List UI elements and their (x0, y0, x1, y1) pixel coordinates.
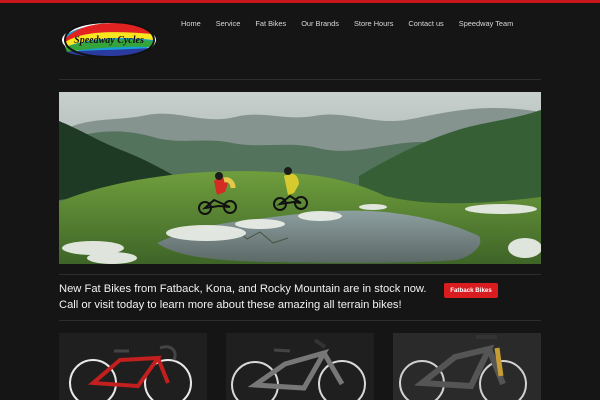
bike-card-1[interactable] (59, 333, 207, 400)
hero-banner (59, 92, 541, 264)
bike-card-2[interactable] (226, 333, 374, 400)
nav-store-hours[interactable]: Store Hours (349, 16, 398, 32)
promo-text: New Fat Bikes from Fatback, Kona, and Ro… (59, 283, 427, 311)
content-divider (59, 320, 541, 321)
header-divider (59, 79, 541, 80)
nav-contact-us[interactable]: Contact us (403, 16, 448, 32)
nav-service[interactable]: Service (211, 16, 246, 32)
top-accent-bar (0, 0, 600, 3)
hero-divider (59, 274, 541, 275)
bike-card-3[interactable] (393, 333, 541, 400)
nav-speedway-team[interactable]: Speedway Team (454, 16, 519, 32)
logo-text: Speedway Cycles (74, 35, 144, 46)
nav-our-brands[interactable]: Our Brands (296, 16, 344, 32)
speedway-cycles-logo[interactable]: Speedway Cycles (60, 16, 158, 62)
fatback-bikes-button[interactable]: Fatback Bikes (444, 283, 498, 298)
nav-fat-bikes[interactable]: Fat Bikes (250, 16, 291, 32)
main-navigation: Home Service Fat Bikes Our Brands Store … (176, 16, 518, 32)
nav-home[interactable]: Home (176, 16, 206, 32)
